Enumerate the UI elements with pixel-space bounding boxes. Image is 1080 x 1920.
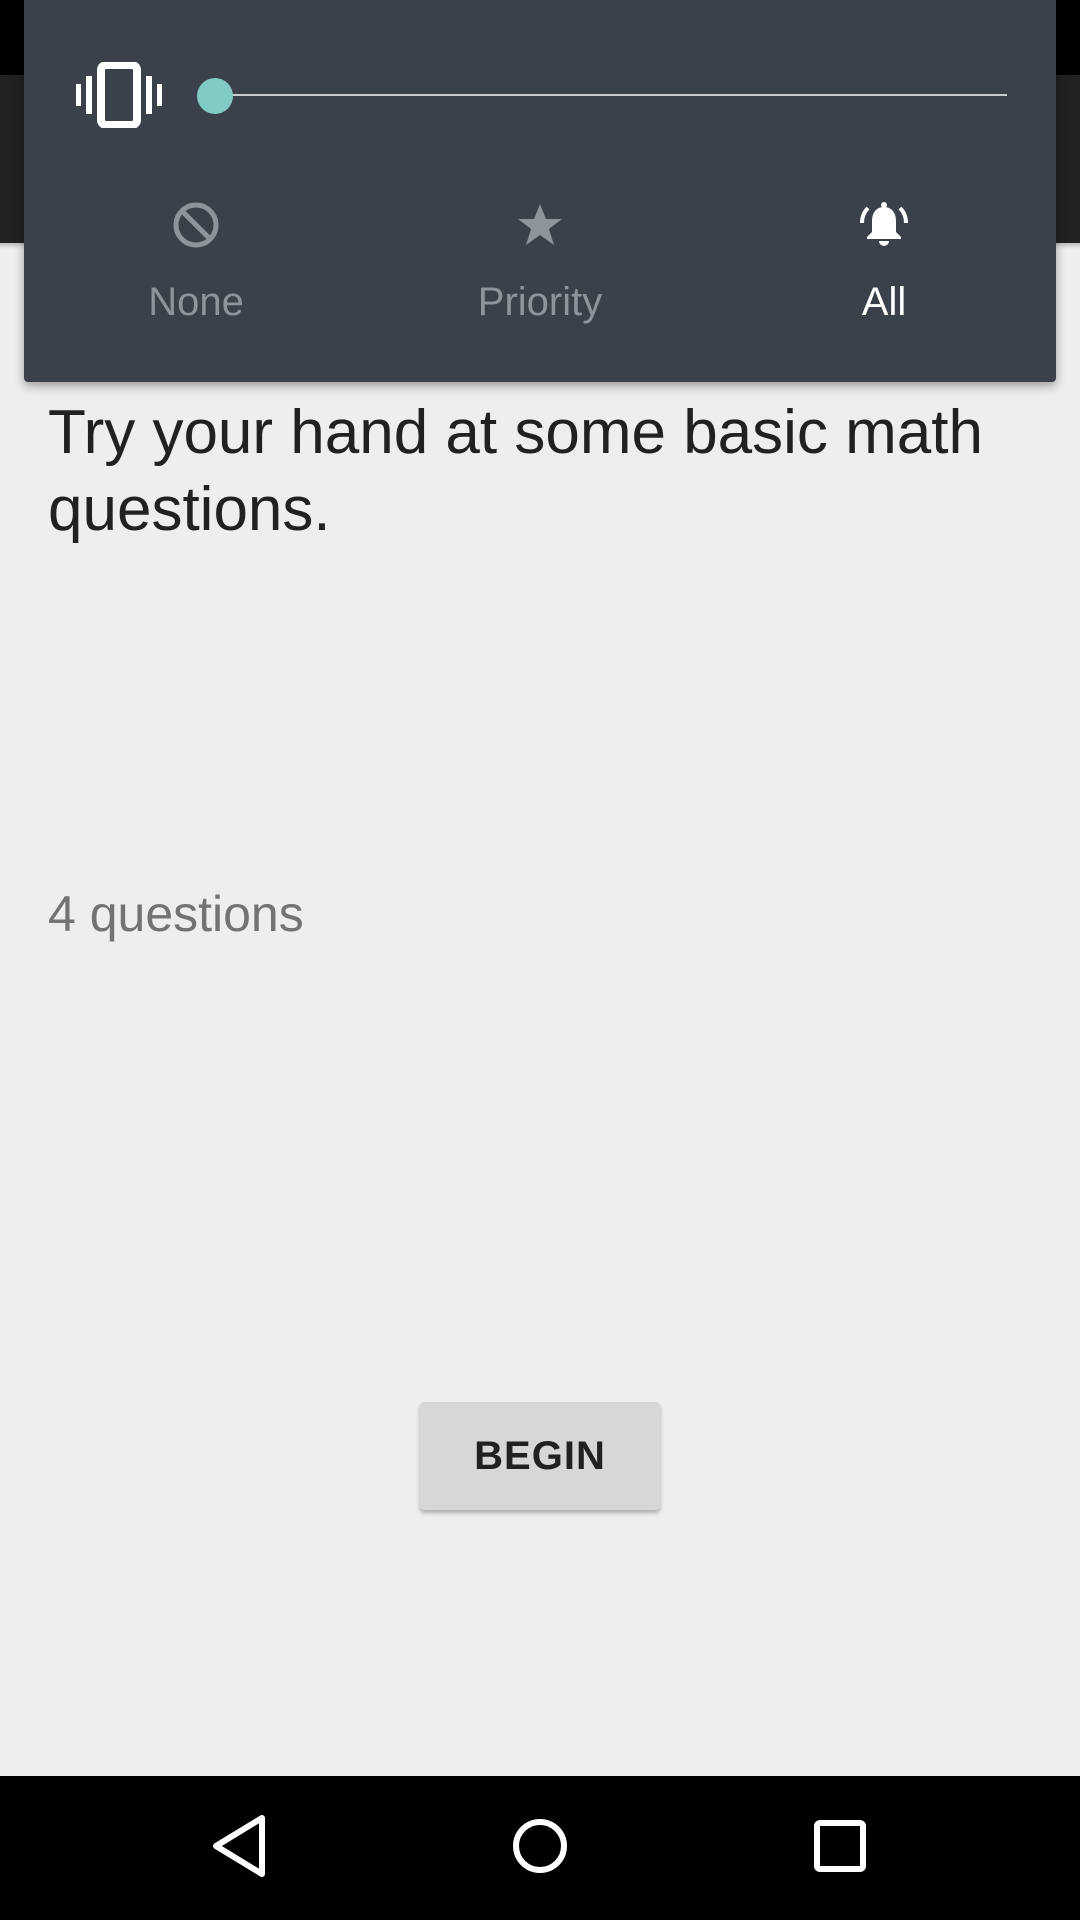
home-icon — [510, 1816, 570, 1881]
block-icon — [171, 200, 221, 250]
navigation-bar — [0, 1776, 1080, 1920]
vibrate-icon[interactable] — [74, 61, 164, 129]
star-icon — [515, 200, 565, 250]
back-button[interactable] — [190, 1798, 290, 1898]
begin-button[interactable]: BEGIN — [420, 1402, 660, 1510]
mode-priority-label: Priority — [477, 280, 603, 324]
bell-ringing-icon — [859, 200, 909, 250]
recents-button[interactable] — [790, 1798, 890, 1898]
volume-slider-thumb[interactable] — [197, 78, 233, 114]
recents-icon — [812, 1818, 868, 1879]
question-count: 4 questions — [48, 886, 304, 942]
mode-all-label: All — [861, 280, 907, 324]
mode-all[interactable]: All — [712, 190, 1056, 340]
interruption-mode-tabs: None Priority All — [24, 190, 1056, 340]
back-icon — [210, 1814, 270, 1883]
mode-none[interactable]: None — [24, 190, 368, 340]
mode-priority[interactable]: Priority — [368, 190, 712, 340]
mode-none-label: None — [148, 280, 244, 324]
volume-panel: None Priority All — [24, 0, 1056, 382]
volume-slider-track[interactable] — [215, 94, 1007, 96]
intro-text: Try your hand at some basic math questio… — [48, 398, 983, 544]
screen: Try your hand at some basic math questio… — [0, 0, 1080, 1920]
home-button[interactable] — [490, 1798, 590, 1898]
